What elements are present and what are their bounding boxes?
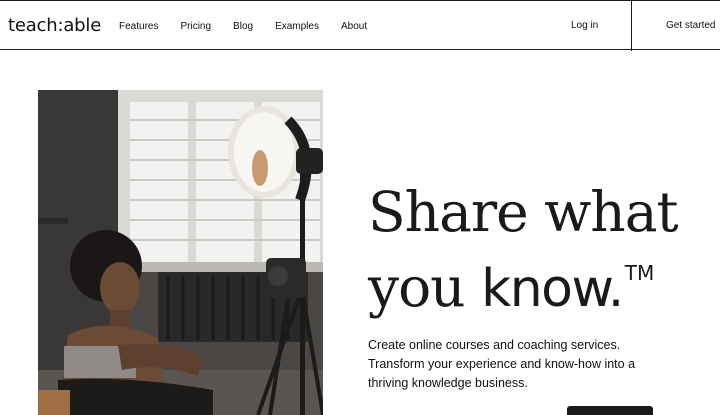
main-nav: Features Pricing Blog Examples About	[119, 21, 389, 32]
hero-photo	[38, 90, 323, 415]
headline-you: you	[368, 255, 482, 319]
top-navigation-bar: teach:able Features Pricing Blog Example…	[0, 0, 720, 51]
hero-subtext: Create online courses and coaching servi…	[368, 338, 636, 390]
nav-about-link[interactable]: About	[341, 21, 367, 32]
nav-blog-link[interactable]: Blog	[233, 21, 253, 32]
nav-examples-link[interactable]: Examples	[275, 21, 319, 32]
headline-line-1: Share what	[368, 180, 679, 244]
login-link[interactable]: Log in	[571, 20, 598, 31]
teachable-logo[interactable]: teach:able	[8, 15, 101, 36]
header-divider	[631, 1, 632, 51]
headline-know: know.	[481, 259, 624, 319]
trademark-symbol: TM	[624, 261, 655, 285]
nav-pricing-link[interactable]: Pricing	[180, 21, 211, 32]
headline-line-2: you know. TM	[368, 241, 708, 334]
hero-headline: Share what you know. TM	[368, 183, 708, 334]
hero-cta-button[interactable]	[567, 406, 653, 415]
nav-features-link[interactable]: Features	[119, 21, 158, 32]
get-started-button[interactable]: Get started	[666, 20, 715, 31]
